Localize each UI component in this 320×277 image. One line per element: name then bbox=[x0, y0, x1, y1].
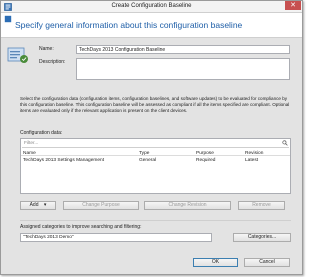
row-revision: Latest bbox=[245, 157, 259, 163]
add-button[interactable]: Add ▾ bbox=[20, 201, 56, 210]
row-name: TechDays 2013 Settings Management bbox=[23, 157, 105, 163]
grid-header: Name Type Purpose Revision bbox=[21, 150, 290, 156]
cancel-label: Cancel bbox=[259, 259, 275, 265]
ok-button[interactable]: OK bbox=[193, 258, 238, 267]
row-type: General bbox=[139, 157, 157, 163]
dialog-window: Create Configuration Baseline ✕ Specify … bbox=[0, 0, 303, 275]
description-field[interactable] bbox=[76, 58, 290, 80]
column-header-name[interactable]: Name bbox=[23, 151, 36, 156]
header-banner: Specify general information about this c… bbox=[1, 13, 302, 38]
baseline-icon bbox=[4, 15, 12, 23]
chevron-down-icon: ▾ bbox=[43, 202, 47, 208]
table-row[interactable]: TechDays 2013 Settings Management Genera… bbox=[21, 157, 290, 164]
divider bbox=[20, 220, 291, 221]
assigned-categories-field: "TechDays 2013 Demo" bbox=[20, 233, 212, 242]
column-header-purpose[interactable]: Purpose bbox=[196, 151, 214, 156]
cancel-button[interactable]: Cancel bbox=[244, 258, 290, 267]
change-purpose-button[interactable]: Change Purpose bbox=[63, 201, 139, 210]
configuration-baseline-large-icon bbox=[7, 47, 28, 63]
description-label: Description: bbox=[39, 59, 66, 65]
ok-label: OK bbox=[211, 259, 220, 265]
name-field[interactable]: TechDays 2013 Configuration Baseline bbox=[76, 45, 290, 54]
categories-button-label: Categories... bbox=[247, 234, 277, 240]
title-bar[interactable]: Create Configuration Baseline ✕ bbox=[1, 1, 302, 13]
column-header-revision[interactable]: Revision bbox=[245, 151, 263, 156]
search-icon[interactable] bbox=[282, 140, 288, 146]
change-revision-button[interactable]: Change Revision bbox=[144, 201, 231, 210]
name-label: Name: bbox=[39, 46, 54, 52]
configuration-data-grid[interactable]: Filter... Name Type Purpose Revision Tec… bbox=[20, 138, 291, 194]
change-revision-label: Change Revision bbox=[168, 202, 207, 208]
close-button[interactable]: ✕ bbox=[285, 1, 301, 10]
remove-label: Remove bbox=[252, 202, 271, 208]
window-title: Create Configuration Baseline bbox=[111, 3, 192, 9]
categories-button[interactable]: Categories... bbox=[233, 233, 291, 242]
change-purpose-label: Change Purpose bbox=[82, 202, 120, 208]
add-button-label: Add bbox=[29, 202, 39, 208]
column-header-type[interactable]: Type bbox=[139, 151, 149, 156]
info-text: Select the configuration data (configura… bbox=[20, 96, 290, 113]
page-title: Specify general information about this c… bbox=[15, 20, 243, 30]
row-purpose: Required bbox=[196, 157, 216, 163]
filter-input[interactable]: Filter... bbox=[22, 140, 289, 148]
categories-label: Assigned categories to improve searching… bbox=[20, 224, 142, 230]
configuration-data-label: Configuration data: bbox=[20, 130, 63, 136]
remove-button[interactable]: Remove bbox=[238, 201, 285, 210]
